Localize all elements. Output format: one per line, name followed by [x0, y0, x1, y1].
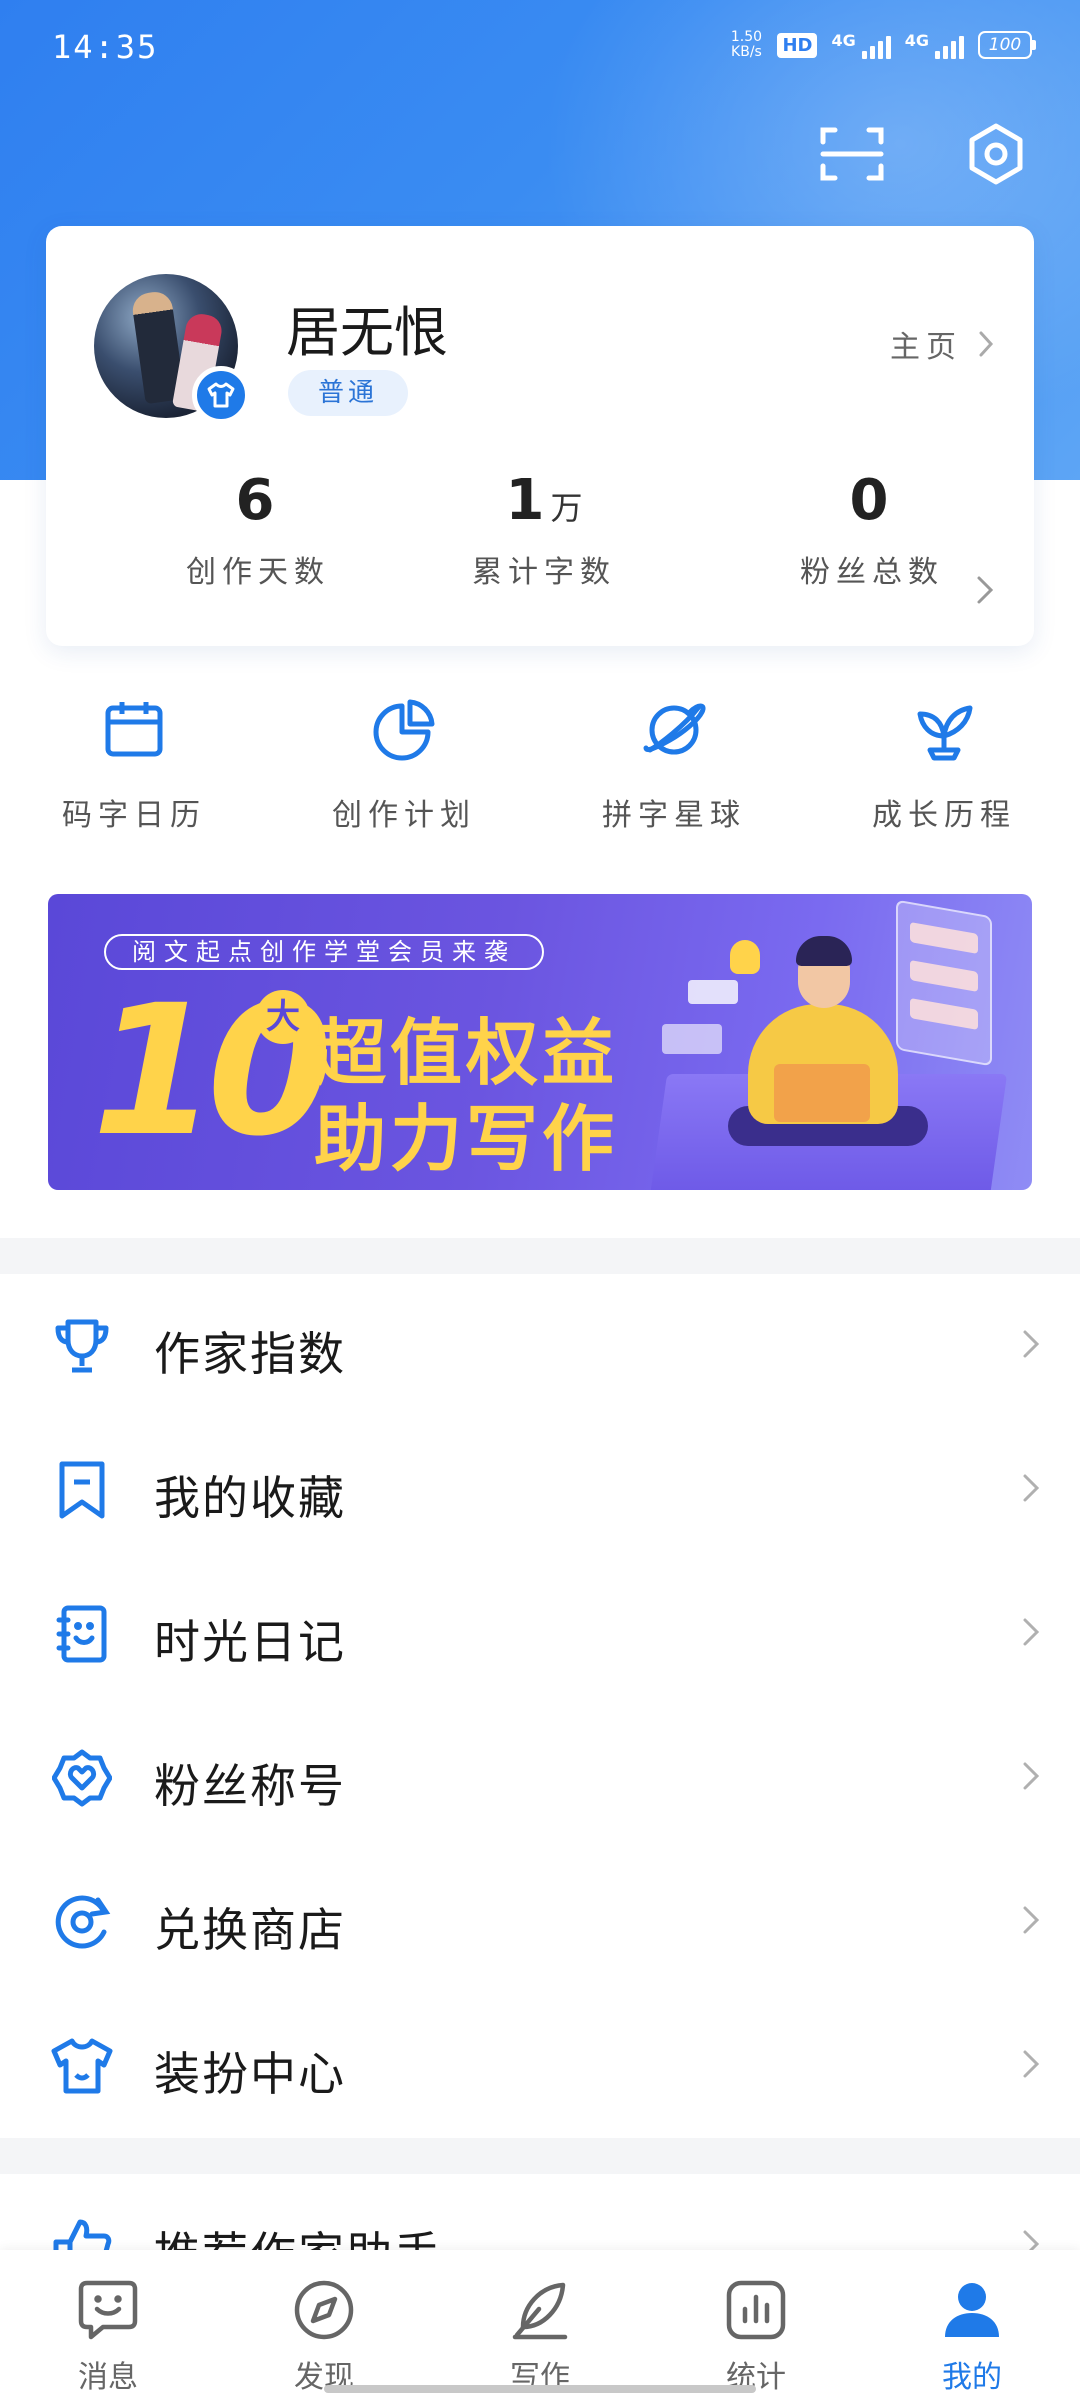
chevron-right-icon: [1023, 1762, 1040, 1790]
chevron-right-icon: [979, 331, 994, 357]
section-divider: [0, 2138, 1080, 2174]
bar-chart-icon: [726, 2280, 786, 2340]
chevron-right-icon: [977, 576, 994, 604]
banner-badge: 大: [256, 990, 310, 1044]
nav-tab-discover[interactable]: 发现: [216, 2250, 432, 2400]
exchange-icon: [55, 1895, 111, 1949]
bottom-nav: 消息 发现 写作 统计 我的: [0, 2250, 1080, 2400]
settings-icon: [969, 123, 1023, 185]
stat-value: 0: [849, 468, 889, 533]
battery-icon: 100: [978, 31, 1036, 59]
sim1-network-label: 4G: [831, 31, 856, 50]
chevron-right-icon: [1023, 1618, 1040, 1646]
menu-item-favorites[interactable]: 我的收藏: [0, 1418, 1080, 1562]
home-indicator[interactable]: [324, 2385, 756, 2393]
quick-action-calendar[interactable]: 码字日历: [34, 690, 234, 834]
menu-item-fan-title[interactable]: 粉丝称号: [0, 1706, 1080, 1850]
scan-icon: [820, 127, 884, 181]
nav-tab-write[interactable]: 写作: [432, 2250, 648, 2400]
lightbulb-icon: [730, 940, 760, 974]
calendar-icon: [105, 702, 163, 757]
banner-headline-2: 助力写作: [314, 1097, 619, 1181]
stat-label: 创作天数: [186, 555, 330, 590]
stat-total-words[interactable]: 1万 累计字数: [424, 466, 664, 591]
nav-tab-label: 消息: [78, 2360, 138, 2395]
menu-item-label: 兑换商店: [154, 1903, 346, 1957]
chevron-right-icon: [1023, 1906, 1040, 1934]
status-bar: 14:35 1.50 KB/s HD 4G 4G 100: [0, 0, 1080, 100]
section-divider: [0, 1238, 1080, 1274]
quick-action-label: 成长历程: [872, 798, 1016, 833]
nav-tab-mine[interactable]: 我的: [864, 2250, 1080, 2400]
stat-creation-days[interactable]: 6 创作天数: [138, 466, 378, 591]
menu-item-label: 装扮中心: [154, 2047, 346, 2101]
quick-actions: 码字日历 创作计划 拼字星球 成长历程: [0, 690, 1080, 850]
quick-action-plan[interactable]: 创作计划: [304, 690, 504, 834]
menu-item-label: 我的收藏: [154, 1471, 346, 1525]
badge-heart-icon: [52, 1749, 112, 1807]
profile-card: 居无恨 普通 主页 6 创作天数 1万 累计字数 0 粉丝总数: [46, 226, 1034, 646]
feather-icon: [512, 2282, 568, 2340]
pie-chart-icon: [373, 699, 435, 761]
scan-button[interactable]: [812, 114, 892, 194]
hd-voice-icon: HD: [777, 32, 818, 58]
status-indicators: 1.50 KB/s HD 4G 4G 100: [729, 30, 1036, 60]
nav-tab-stats[interactable]: 统计: [648, 2250, 864, 2400]
signal-icon: 4G: [831, 31, 891, 59]
tshirt-icon: [207, 382, 235, 408]
menu-item-diary[interactable]: 时光日记: [0, 1562, 1080, 1706]
stat-value: 1: [505, 468, 545, 533]
level-badge: 普通: [288, 370, 409, 416]
quick-action-label: 创作计划: [332, 798, 476, 833]
status-time: 14:35: [52, 28, 159, 66]
stat-total-fans[interactable]: 0 粉丝总数: [752, 466, 992, 591]
tshirt-icon: [51, 2038, 113, 2094]
menu-item-dress-up[interactable]: 装扮中心: [0, 1994, 1080, 2138]
outfit-badge[interactable]: [192, 366, 250, 424]
chevron-right-icon: [1023, 2050, 1040, 2078]
menu-item-exchange-store[interactable]: 兑换商店: [0, 1850, 1080, 1994]
network-speed-value: 1.50: [730, 29, 763, 45]
quick-action-planet[interactable]: 拼字星球: [574, 690, 774, 834]
quick-action-label: 拼字星球: [602, 798, 746, 833]
promo-banner[interactable]: 阅文起点创作学堂会员来袭 10 大 超值权益 助力写作: [48, 894, 1032, 1190]
diary-icon: [56, 1605, 107, 1663]
compass-icon: [294, 2280, 354, 2340]
planet-icon: [643, 703, 706, 755]
stat-unit: 万: [550, 489, 583, 527]
quick-action-growth[interactable]: 成长历程: [844, 690, 1044, 834]
menu-item-label: 时光日记: [154, 1615, 346, 1669]
stats-row: 6 创作天数 1万 累计字数 0 粉丝总数: [46, 466, 1034, 616]
homepage-link[interactable]: 主页: [890, 322, 994, 366]
settings-button[interactable]: [956, 114, 1036, 194]
stat-label: 累计字数: [472, 555, 616, 590]
stat-label: 粉丝总数: [800, 555, 944, 590]
menu-item-label: 粉丝称号: [154, 1759, 346, 1813]
sprout-icon: [917, 705, 973, 761]
menu-item-writer-index[interactable]: 作家指数: [0, 1274, 1080, 1418]
nav-tab-label: 我的: [942, 2360, 1002, 2395]
chevron-right-icon: [1023, 1474, 1040, 1502]
nav-tab-messages[interactable]: 消息: [0, 2250, 216, 2400]
quick-action-label: 码字日历: [62, 798, 206, 833]
network-speed: 1.50 KB/s: [729, 30, 763, 60]
menu-item-label: 作家指数: [154, 1327, 346, 1381]
message-icon: [78, 2280, 138, 2340]
user-icon: [945, 2283, 999, 2337]
username: 居无恨: [286, 301, 448, 364]
homepage-label: 主页: [890, 330, 962, 365]
network-speed-unit: KB/s: [731, 44, 762, 60]
banner-pill-text: 阅文起点创作学堂会员来袭: [104, 934, 544, 970]
chevron-right-icon: [1023, 1330, 1040, 1358]
trophy-icon: [55, 1319, 109, 1373]
signal-icon-2: 4G: [905, 31, 964, 59]
sim2-network-label: 4G: [904, 31, 929, 50]
stat-value: 6: [235, 468, 275, 533]
bookmark-icon: [59, 1461, 105, 1519]
